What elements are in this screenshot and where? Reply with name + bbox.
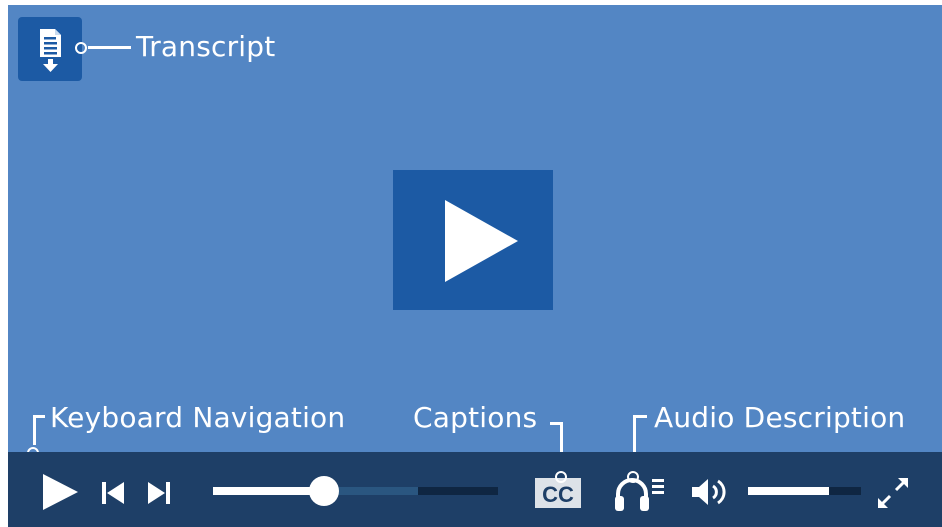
transcript-callout-dot <box>75 42 87 54</box>
seek-played-range <box>213 487 325 495</box>
skip-next-icon <box>148 482 170 504</box>
previous-button[interactable] <box>100 480 126 506</box>
volume-slider[interactable] <box>748 487 861 495</box>
transcript-callout-label: Transcript <box>136 30 276 63</box>
transcript-download-icon <box>40 29 61 72</box>
seek-thumb[interactable] <box>309 476 340 506</box>
seek-bar[interactable] <box>213 476 498 506</box>
audio-description-button[interactable] <box>612 470 668 514</box>
big-play-button[interactable] <box>393 170 553 310</box>
play-icon <box>445 200 518 282</box>
volume-button[interactable] <box>688 474 736 510</box>
play-button[interactable] <box>38 472 86 512</box>
keyboard-navigation-callout-line-horizontal <box>33 415 45 418</box>
transcript-button[interactable] <box>18 17 82 81</box>
captions-callout-label: Captions <box>413 401 538 434</box>
captions-icon-text: CC <box>542 482 574 507</box>
skip-previous-icon <box>102 482 124 504</box>
control-bar: CC <box>8 452 942 527</box>
volume-level <box>748 487 830 495</box>
play-icon <box>43 474 78 510</box>
captions-callout-dot <box>555 471 567 483</box>
speaker-volume-icon <box>692 479 726 505</box>
next-button[interactable] <box>146 480 172 506</box>
video-player: Transcript Keyboard Navigation Captions … <box>8 5 942 527</box>
keyboard-navigation-callout-label: Keyboard Navigation <box>50 401 346 434</box>
fullscreen-expand-icon <box>878 478 908 508</box>
keyboard-navigation-callout-line-vertical <box>33 415 36 445</box>
fullscreen-button[interactable] <box>874 474 912 512</box>
audio-description-callout-label: Audio Description <box>654 401 906 434</box>
audio-description-callout-dot <box>627 471 639 483</box>
transcript-callout-line <box>88 46 131 49</box>
headphones-audio-description-icon <box>615 478 664 511</box>
